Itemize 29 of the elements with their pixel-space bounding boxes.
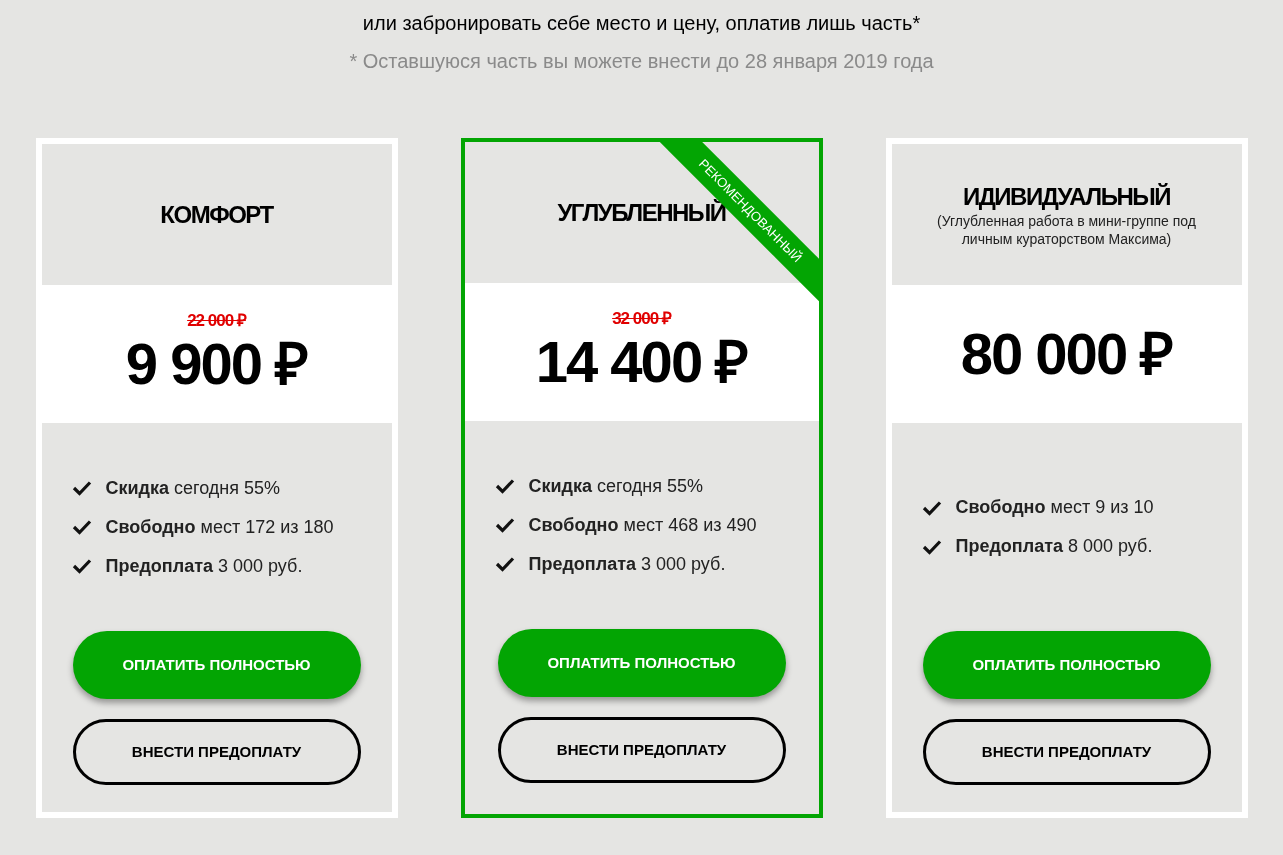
- check-icon: [494, 556, 515, 572]
- price: 14 400 ₽: [535, 329, 748, 395]
- feature-text: Свободно мест 9 из 10: [955, 496, 1154, 519]
- plan-title: КОМФОРТ: [160, 199, 273, 230]
- feature-text: Предоплата 3 000 руб.: [105, 554, 303, 578]
- old-price: 32 000 ₽: [612, 309, 671, 329]
- plan-title: ИДИВИДУАЛЬНЫЙ: [963, 181, 1170, 212]
- price: 80 000 ₽: [960, 321, 1173, 387]
- prepay-button[interactable]: ВНЕСТИ ПРЕДОПЛАТУ: [922, 719, 1211, 785]
- check-icon: [494, 478, 515, 494]
- plan-description: (Углубленная работа в мини-группе под личным кураторством Максима): [936, 211, 1197, 248]
- price: 9 900 ₽: [125, 331, 308, 397]
- check-icon: [921, 499, 942, 516]
- check-icon: [494, 517, 515, 533]
- feature-text: Скидка сегодня 55%: [528, 474, 704, 498]
- feature-text: Предоплата 3 000 руб.: [528, 552, 726, 576]
- intro-text: или забронировать себе место и цену, оплатив лишь часть*: [362, 11, 921, 36]
- prepay-button[interactable]: ВНЕСТИ ПРЕДОПЛАТУ: [72, 719, 361, 785]
- footnote-text: * Оставшуюся часть вы можете внести до 28 января 2019 года: [349, 49, 934, 74]
- check-icon: [71, 480, 92, 496]
- feature-text: Предоплата 8 000 руб.: [955, 535, 1153, 558]
- check-icon: [71, 519, 92, 535]
- feature-text: Скидка сегодня 55%: [105, 476, 281, 500]
- feature-text: Свободно мест 172 из 180: [105, 515, 334, 539]
- prepay-button[interactable]: ВНЕСТИ ПРЕДОПЛАТУ: [497, 717, 786, 783]
- check-icon: [921, 538, 942, 555]
- old-price: 22 000 ₽: [187, 311, 246, 331]
- check-icon: [71, 558, 92, 574]
- feature-text: Свободно мест 468 из 490: [528, 513, 757, 537]
